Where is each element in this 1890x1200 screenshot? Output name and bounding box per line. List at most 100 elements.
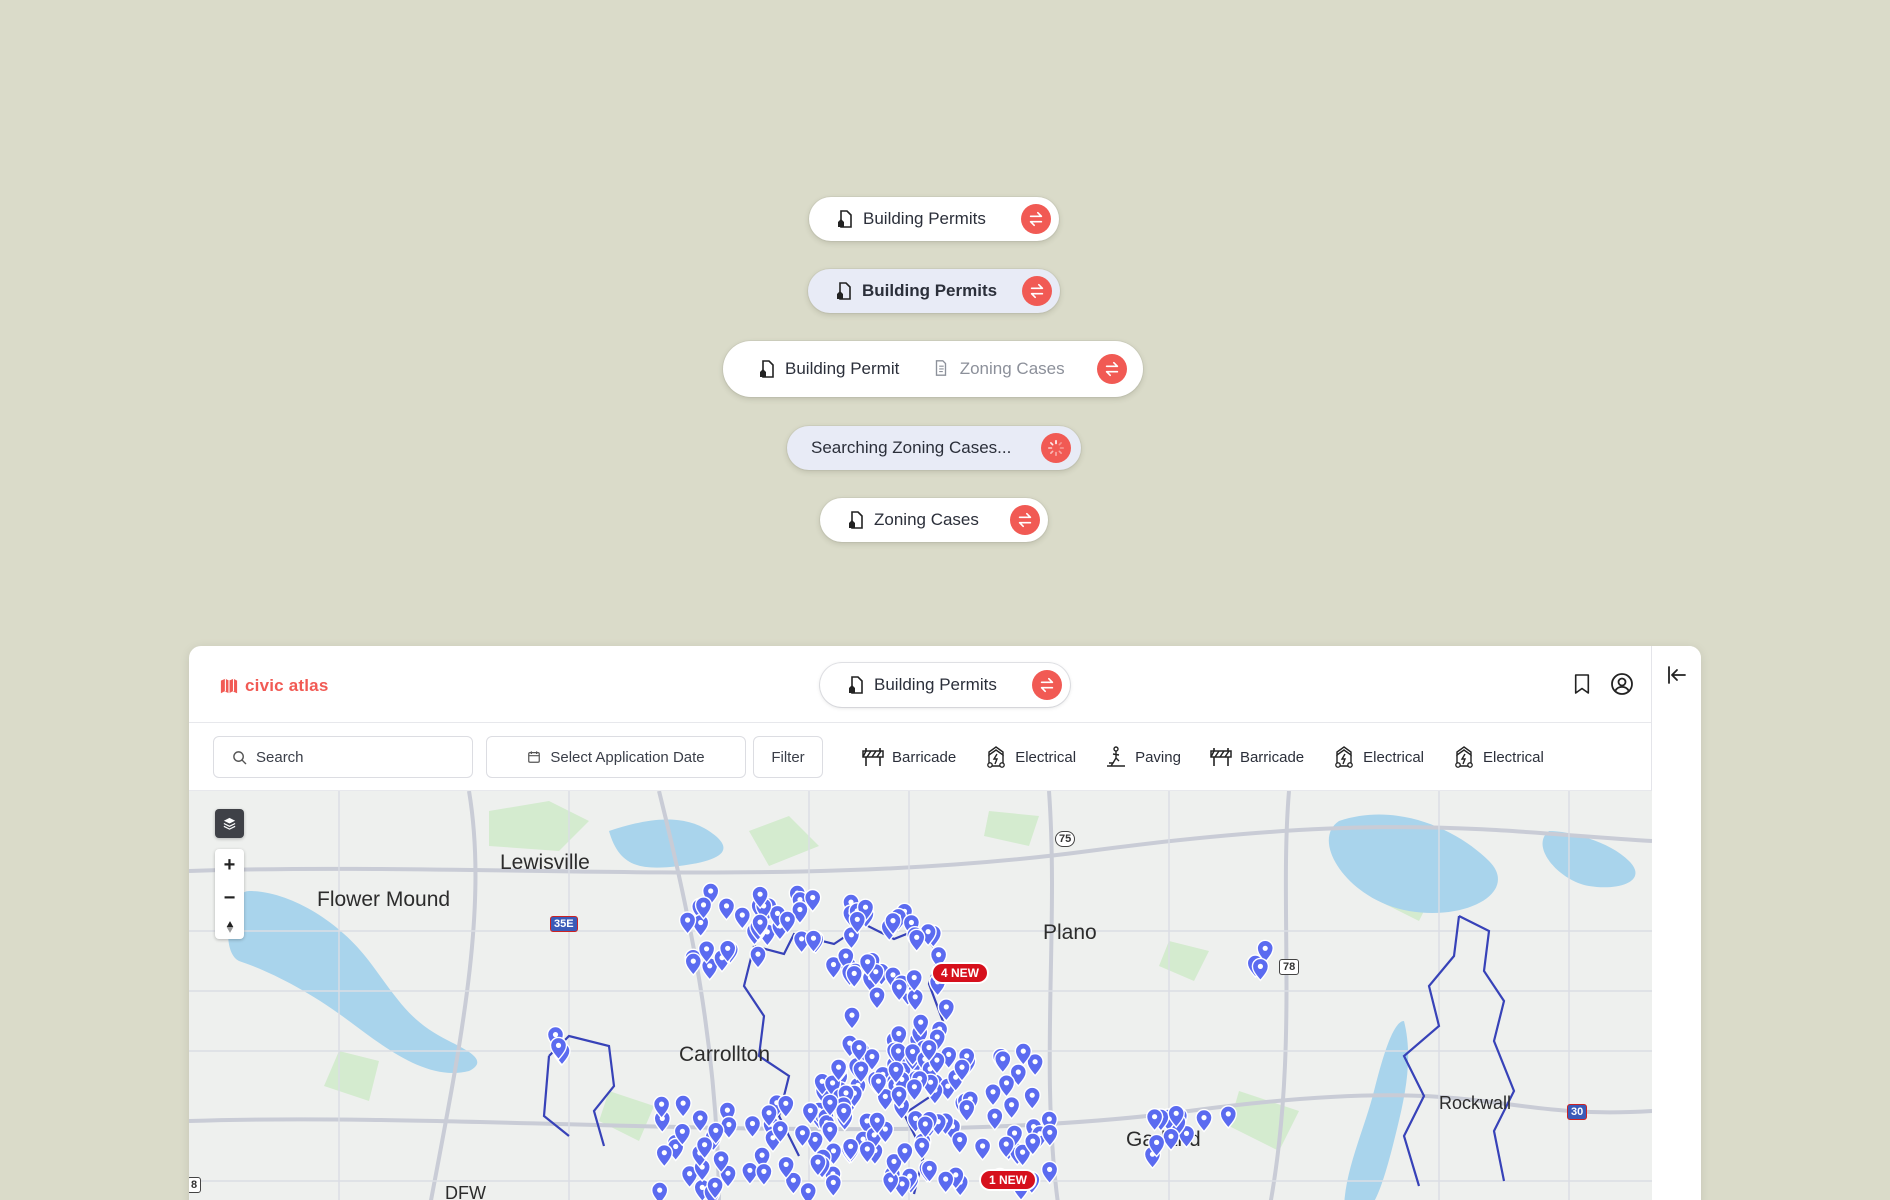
permit-pin[interactable] <box>691 1109 709 1133</box>
permit-pin[interactable] <box>749 945 767 970</box>
dataset-switch-default[interactable]: Building Permits <box>809 197 1059 241</box>
option-building-permit[interactable]: Building Permit <box>757 359 899 379</box>
dataset-switch-zoning[interactable]: Zoning Cases <box>820 498 1048 542</box>
swap-icon <box>1105 361 1119 377</box>
permit-pin[interactable] <box>843 1006 861 1031</box>
swap-icon <box>1030 283 1044 299</box>
permit-pin[interactable] <box>717 897 736 921</box>
permit-pin[interactable] <box>684 952 702 977</box>
permit-pin[interactable] <box>824 1173 842 1198</box>
date-picker[interactable]: Select Application Date <box>486 736 746 778</box>
electrical-icon <box>1335 746 1353 768</box>
search-input[interactable]: Search <box>213 736 473 778</box>
date-label: Select Application Date <box>550 748 705 766</box>
dataset-label: Building Permits <box>874 675 997 694</box>
chip-barricade[interactable]: Barricade <box>1209 745 1304 769</box>
logo-text: civic atlas <box>245 676 329 695</box>
permit-pin[interactable] <box>821 1120 839 1145</box>
chip-label: Barricade <box>1239 748 1305 766</box>
swap-icon <box>1040 677 1054 693</box>
chip-barricade[interactable]: Barricade <box>861 745 956 769</box>
new-permits-badge[interactable]: 1 NEW <box>981 1171 1036 1189</box>
filter-toolbar: Search Select Application Date Filter Ba… <box>189 723 1651 791</box>
app-window: civic atlas Building Permits Search Sele… <box>189 646 1701 1200</box>
permit-pin[interactable] <box>984 1083 1002 1107</box>
zoom-in-button[interactable]: + <box>224 854 236 877</box>
electrical-icon <box>987 746 1006 768</box>
user-icon <box>1611 673 1633 695</box>
side-rail <box>1652 646 1701 1200</box>
building-doc-icon <box>846 510 866 530</box>
permit-pin[interactable] <box>958 1098 976 1123</box>
permit-pin[interactable] <box>937 1170 955 1195</box>
compass-icon[interactable] <box>225 920 235 934</box>
permit-pin[interactable] <box>777 1094 795 1119</box>
permit-pin[interactable] <box>1023 1086 1041 1111</box>
permit-pin[interactable] <box>1219 1105 1238 1129</box>
permit-pin[interactable] <box>655 1144 673 1168</box>
barricade-icon <box>862 748 884 766</box>
swap-button[interactable] <box>1022 276 1052 306</box>
permit-pin[interactable] <box>937 998 955 1022</box>
option-label: Building Permit <box>785 359 900 378</box>
permit-pin[interactable] <box>986 1107 1004 1131</box>
chip-electrical[interactable]: Electrical <box>1452 745 1544 769</box>
permit-pin[interactable] <box>651 1181 669 1200</box>
swap-icon <box>1018 512 1032 528</box>
permit-pin[interactable] <box>905 1078 924 1102</box>
permit-pin[interactable] <box>755 1162 773 1187</box>
swap-button[interactable] <box>1097 354 1127 384</box>
new-permits-badge[interactable]: 4 NEW <box>933 964 988 982</box>
permit-pin[interactable] <box>674 1094 692 1119</box>
electrical-icon <box>1455 746 1473 768</box>
dataset-switch-expanded[interactable]: Building Permit Zoning Cases <box>723 341 1143 397</box>
calendar-icon <box>528 751 541 763</box>
zoom-out-button[interactable]: − <box>224 887 236 910</box>
permit-pin[interactable] <box>906 988 924 1012</box>
chip-electrical[interactable]: Electrical <box>1332 745 1424 769</box>
permit-pin[interactable] <box>678 911 697 936</box>
option-zoning-cases[interactable]: Zoning Cases <box>932 359 1065 379</box>
chip-electrical[interactable]: Electrical <box>984 745 1076 769</box>
dataset-label: Building Permits <box>862 281 998 300</box>
dataset-switch[interactable]: Building Permits <box>820 663 1070 707</box>
permit-pin[interactable] <box>994 1050 1012 1074</box>
swap-icon <box>1029 211 1043 227</box>
swap-button[interactable] <box>1010 505 1040 535</box>
dataset-switch-hover[interactable]: Building Permits <box>808 269 1060 313</box>
app-logo[interactable]: civic atlas <box>219 676 328 696</box>
permit-pin[interactable] <box>1040 1160 1059 1185</box>
chip-paving[interactable]: Paving <box>1104 745 1181 769</box>
category-chips: Barricade Electrical Paving Barricade El… <box>861 736 1544 778</box>
permit-pin[interactable] <box>868 986 886 1010</box>
paving-icon <box>1107 746 1126 767</box>
chip-label: Electrical <box>1363 748 1424 766</box>
permit-pin[interactable] <box>951 1130 969 1155</box>
map-view[interactable]: Lewisville Flower Mound Plano Carrollton… <box>189 791 1652 1200</box>
collapse-left-icon <box>1668 666 1686 684</box>
swap-button[interactable] <box>1021 204 1051 234</box>
swap-button[interactable] <box>1032 670 1062 700</box>
building-doc-icon <box>834 281 854 301</box>
permit-pin[interactable] <box>913 1136 931 1161</box>
filter-button[interactable]: Filter <box>753 736 823 778</box>
collapse-panel-button[interactable] <box>1666 664 1688 686</box>
bookmark-icon <box>1574 674 1590 694</box>
document-icon <box>932 359 952 379</box>
permit-pin[interactable] <box>1195 1108 1213 1133</box>
search-placeholder: Search <box>256 748 304 766</box>
layers-button[interactable] <box>215 809 244 838</box>
dataset-label: Building Permits <box>863 209 986 228</box>
zoom-controls: + − <box>215 849 244 939</box>
loading-label: Searching Zoning Cases... <box>811 438 1012 457</box>
account-button[interactable] <box>1609 671 1635 697</box>
dataset-label: Zoning Cases <box>874 510 979 529</box>
permit-pin[interactable] <box>1002 1096 1021 1120</box>
permit-pin[interactable] <box>799 1181 817 1200</box>
permit-pin[interactable] <box>1162 1127 1180 1152</box>
permit-pin[interactable] <box>973 1137 992 1162</box>
permit-pin[interactable] <box>743 1114 762 1139</box>
bookmark-button[interactable] <box>1569 671 1595 697</box>
barricade-icon <box>1210 748 1232 766</box>
permit-pin[interactable] <box>908 928 926 953</box>
